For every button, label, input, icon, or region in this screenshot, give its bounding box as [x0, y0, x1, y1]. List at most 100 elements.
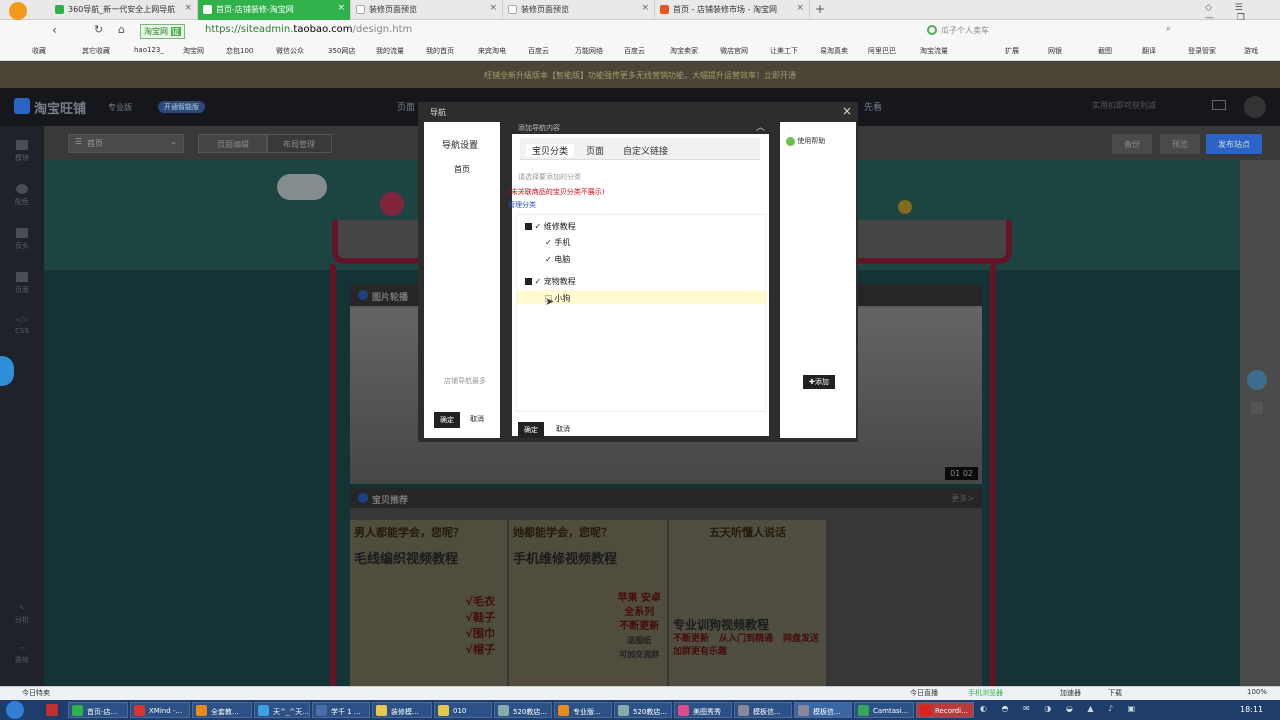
- add-button[interactable]: ✚添加: [803, 375, 835, 389]
- taskbar-item[interactable]: Camtasi...: [854, 702, 914, 718]
- bookmark-item[interactable]: 扩展: [1005, 46, 1019, 56]
- bookmark-item[interactable]: 登录管家: [1188, 46, 1216, 56]
- site-badge[interactable]: 淘宝网 证: [140, 24, 185, 39]
- bookmark-item[interactable]: 收藏: [32, 46, 46, 56]
- nav-dialog-close-icon[interactable]: ×: [842, 104, 852, 118]
- inner-confirm-button[interactable]: 确定: [518, 422, 544, 438]
- taskbar-item[interactable]: 首页-店...: [68, 702, 128, 718]
- checkbox-checked-icon[interactable]: ✓: [545, 255, 552, 264]
- status-item-zoom[interactable]: 100%: [1247, 688, 1267, 696]
- bookmark-item[interactable]: 来宾淘电: [478, 46, 506, 56]
- bookmark-item[interactable]: 万能网络: [575, 46, 603, 56]
- url-field[interactable]: https://siteadmin.taobao.com/design.htm: [205, 24, 412, 35]
- taskbar-item[interactable]: 010: [434, 702, 492, 718]
- status-item-live[interactable]: 今日直播: [910, 688, 938, 698]
- tab-page[interactable]: 页面: [586, 144, 604, 157]
- sidebar-item-module[interactable]: 模块: [6, 140, 38, 163]
- tab-close-icon[interactable]: ×: [489, 3, 497, 13]
- bookmark-item[interactable]: 我的流量: [376, 46, 404, 56]
- checkbox-checked-icon[interactable]: ✓: [545, 238, 552, 247]
- bookmark-item[interactable]: 截图: [1098, 46, 1112, 56]
- taskbar-item[interactable]: 专业版...: [554, 702, 612, 718]
- edition-upgrade-badge[interactable]: 开通智能版: [158, 101, 205, 113]
- tab-custom-link[interactable]: 自定义链接: [623, 144, 668, 157]
- mail-icon[interactable]: [1212, 100, 1226, 110]
- tab-page-edit[interactable]: 页面编辑: [198, 134, 268, 153]
- upgrade-notice[interactable]: 旺铺全新升级版本【智能版】功能强传更多无线营销功能，大幅提升运营效率！立即开通: [0, 62, 1280, 88]
- nav-item-home[interactable]: 首页: [454, 164, 470, 175]
- status-item-accelerator[interactable]: 加速器: [1060, 688, 1081, 698]
- tab-nav-settings[interactable]: 导航设置: [442, 138, 478, 151]
- cancel-button[interactable]: 取消: [470, 414, 484, 424]
- bookmark-item[interactable]: 让美工下: [770, 46, 798, 56]
- taskbar-item[interactable]: 520教店...: [494, 702, 552, 718]
- bookmark-item[interactable]: 易淘真卖: [820, 46, 848, 56]
- bookmark-item[interactable]: 翻译: [1142, 46, 1156, 56]
- preview-button[interactable]: 预览: [1160, 134, 1200, 154]
- bookmark-item[interactable]: 我的首页: [426, 46, 454, 56]
- bookmark-item[interactable]: 其它收藏: [82, 46, 110, 56]
- taskbar-item[interactable]: 美图秀秀: [674, 702, 732, 718]
- status-item-mobile[interactable]: 手机浏览器: [968, 688, 1003, 698]
- tree-collapse-icon[interactable]: [525, 278, 532, 285]
- tray-icons[interactable]: ◐ ◓ ✉ ◑ ◒ ▲ ♪ ▣: [980, 704, 1141, 713]
- bookmark-item[interactable]: 网银: [1048, 46, 1062, 56]
- canvas-top-icon[interactable]: [1251, 402, 1263, 414]
- tree-node[interactable]: ✓ 手机: [545, 237, 570, 248]
- sidebar-item-header[interactable]: 页头: [6, 228, 38, 251]
- bookmark-item[interactable]: 恋包100: [226, 46, 253, 56]
- quicklaunch-icon[interactable]: [46, 704, 58, 716]
- canvas-tool-icon[interactable]: [1247, 370, 1267, 390]
- browser-tab-4[interactable]: 装修页面预览 ×: [503, 0, 655, 20]
- tab-close-icon[interactable]: ×: [796, 3, 804, 13]
- tab-close-icon[interactable]: ×: [337, 3, 345, 13]
- sidebar-item-page[interactable]: 页面: [6, 272, 38, 295]
- confirm-button[interactable]: 确定: [434, 412, 460, 428]
- bookmark-item[interactable]: 微店官网: [720, 46, 748, 56]
- tab-close-icon[interactable]: ×: [641, 3, 649, 13]
- status-item-download[interactable]: 下载: [1108, 688, 1122, 698]
- bookmark-item[interactable]: hao123_: [134, 46, 164, 54]
- taskbar-item[interactable]: 520教店...: [614, 702, 672, 718]
- bookmark-item[interactable]: 百度云: [528, 46, 549, 56]
- bookmark-item[interactable]: 阿里巴巴: [868, 46, 896, 56]
- search-icon[interactable]: ⌕: [1166, 24, 1171, 34]
- taskbar-item[interactable]: 学千 1 ...: [312, 702, 370, 718]
- taskbar-item[interactable]: 装修模...: [372, 702, 432, 718]
- tab-layout-manage[interactable]: 布局管理: [266, 134, 332, 153]
- collapse-icon[interactable]: ︿: [756, 120, 765, 133]
- top-right-hint[interactable]: 先看: [864, 100, 882, 113]
- back-icon[interactable]: ‹: [52, 23, 57, 37]
- publish-button[interactable]: 发布站点: [1206, 134, 1262, 154]
- browser-tab-1[interactable]: 360导航_新一代安全上网导航 ×: [50, 0, 198, 20]
- bookmark-item[interactable]: 淘宝网: [183, 46, 204, 56]
- taskbar-item[interactable]: XMind -...: [130, 702, 190, 718]
- inner-cancel-button[interactable]: 取消: [556, 424, 570, 434]
- taskbar-item[interactable]: 天^_^天...: [254, 702, 310, 718]
- taskbar-item[interactable]: 全套教...: [192, 702, 252, 718]
- bookmark-item[interactable]: 百度云: [624, 46, 645, 56]
- sidebar-item-analysis[interactable]: ✎ 分析: [6, 604, 38, 625]
- help-link[interactable]: 使用帮助: [786, 136, 825, 146]
- user-avatar[interactable]: [1244, 96, 1266, 118]
- browser-tab-5[interactable]: 首页 - 店铺装修市场 - 淘宝网 ×: [655, 0, 810, 20]
- bookmark-item[interactable]: 游戏: [1244, 46, 1258, 56]
- top-right-text[interactable]: 实用扣即可获利减: [1092, 100, 1156, 111]
- bookmark-item[interactable]: 350网店: [328, 46, 355, 56]
- checkbox-checked-icon[interactable]: ✓: [535, 222, 542, 231]
- tab-close-icon[interactable]: ×: [184, 3, 192, 13]
- home-icon[interactable]: ⌂: [118, 23, 125, 36]
- sidebar-item-css[interactable]: </> CSS: [6, 316, 38, 335]
- taskbar-item[interactable]: 模板信...: [794, 702, 852, 718]
- browser-tab-3[interactable]: 装修页面预览 ×: [351, 0, 503, 20]
- page-select[interactable]: ☰ 首页 ⌄: [68, 134, 184, 153]
- browser-logo-icon[interactable]: [9, 2, 27, 20]
- sidebar-item-decorate[interactable]: ▭ 装修: [6, 644, 38, 665]
- bookmark-item[interactable]: 微信公众: [276, 46, 304, 56]
- top-nav-page[interactable]: 页面: [397, 100, 415, 113]
- tree-node[interactable]: ✓ 维修教程: [525, 221, 576, 232]
- checkbox-checked-icon[interactable]: ✓: [535, 277, 542, 286]
- tree-node[interactable]: ✓ 宠物教程: [525, 276, 576, 287]
- status-left[interactable]: 今日特卖: [22, 688, 50, 698]
- browser-tab-2[interactable]: 首页-店铺装修-淘宝网 ×: [198, 0, 351, 20]
